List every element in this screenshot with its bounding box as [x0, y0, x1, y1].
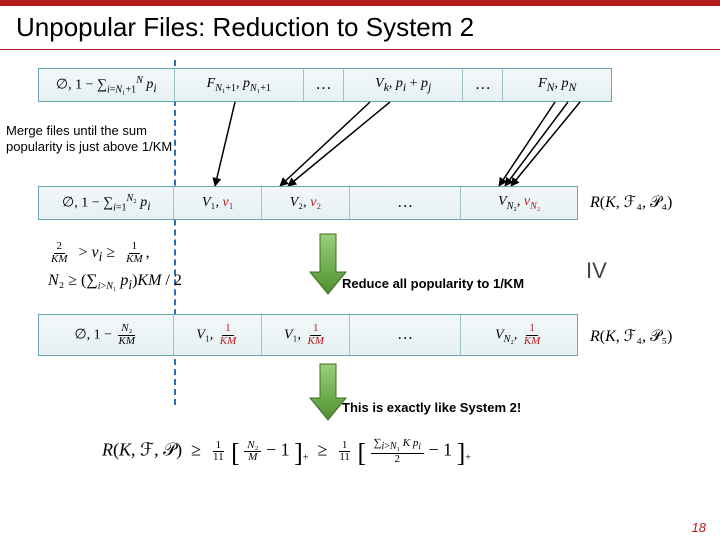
inequality-formula: 2KM > vi ≥ 1KM, N₂ ≥ (∑i>N₁ pi)KM / 2 — [48, 240, 182, 295]
reduce-note: Reduce all popularity to 1/KM — [342, 276, 524, 292]
cell: ∅, 1 − ∑i=1N₂ pi — [39, 187, 174, 219]
cell: FN, pN — [503, 69, 611, 101]
cell: ∅, 1 − N₂KM — [39, 315, 174, 355]
cell: FN₁+1, pN₁+1 — [175, 69, 305, 101]
down-arrow-2 — [298, 360, 358, 430]
rhs-label-2: R(K, ℱ₄, 𝒫₄) — [590, 192, 672, 212]
page-title: Unpopular Files: Reduction to System 2 — [0, 6, 720, 49]
system2-note: This is exactly like System 2! — [342, 400, 521, 416]
cell: VN₂, 1KM — [461, 315, 577, 355]
ellipsis: … — [304, 69, 344, 101]
ellipsis: … — [463, 69, 503, 101]
merge-note: Merge files until the sumpopularity is j… — [6, 123, 196, 156]
file-row-2: ∅, 1 − ∑i=1N₂ pi V₁, v₁ V₂, v₂ … VN₂, vN… — [38, 186, 578, 220]
ellipsis: … — [350, 187, 462, 219]
ellipsis: … — [350, 315, 462, 355]
file-row-1: ∅, 1 − ∑i=N₁+1N pi FN₁+1, pN₁+1 … Vk, pi… — [38, 68, 612, 102]
cell: Vk, pi + pj — [344, 69, 464, 101]
page-number: 18 — [692, 520, 706, 535]
final-formula: R(K, ℱ, 𝒫) ≥ 111 [ N₂M − 1 ]+ ≥ 111 [ ∑i… — [102, 438, 471, 469]
cell: V₁, 1KM — [174, 315, 262, 355]
rhs-label-3: R(K, ℱ₄, 𝒫₅) — [590, 326, 672, 346]
cell: V₁, v₁ — [174, 187, 262, 219]
file-row-3: ∅, 1 − N₂KM V₁, 1KM V₁, 1KM … VN₂, 1KM — [38, 314, 578, 356]
cell: V₂, v₂ — [262, 187, 350, 219]
step-label: IV — [586, 258, 607, 284]
cell: V₁, 1KM — [262, 315, 350, 355]
cell: ∅, 1 − ∑i=N₁+1N pi — [39, 69, 175, 101]
cell: VN₂, vN₂ — [461, 187, 577, 219]
